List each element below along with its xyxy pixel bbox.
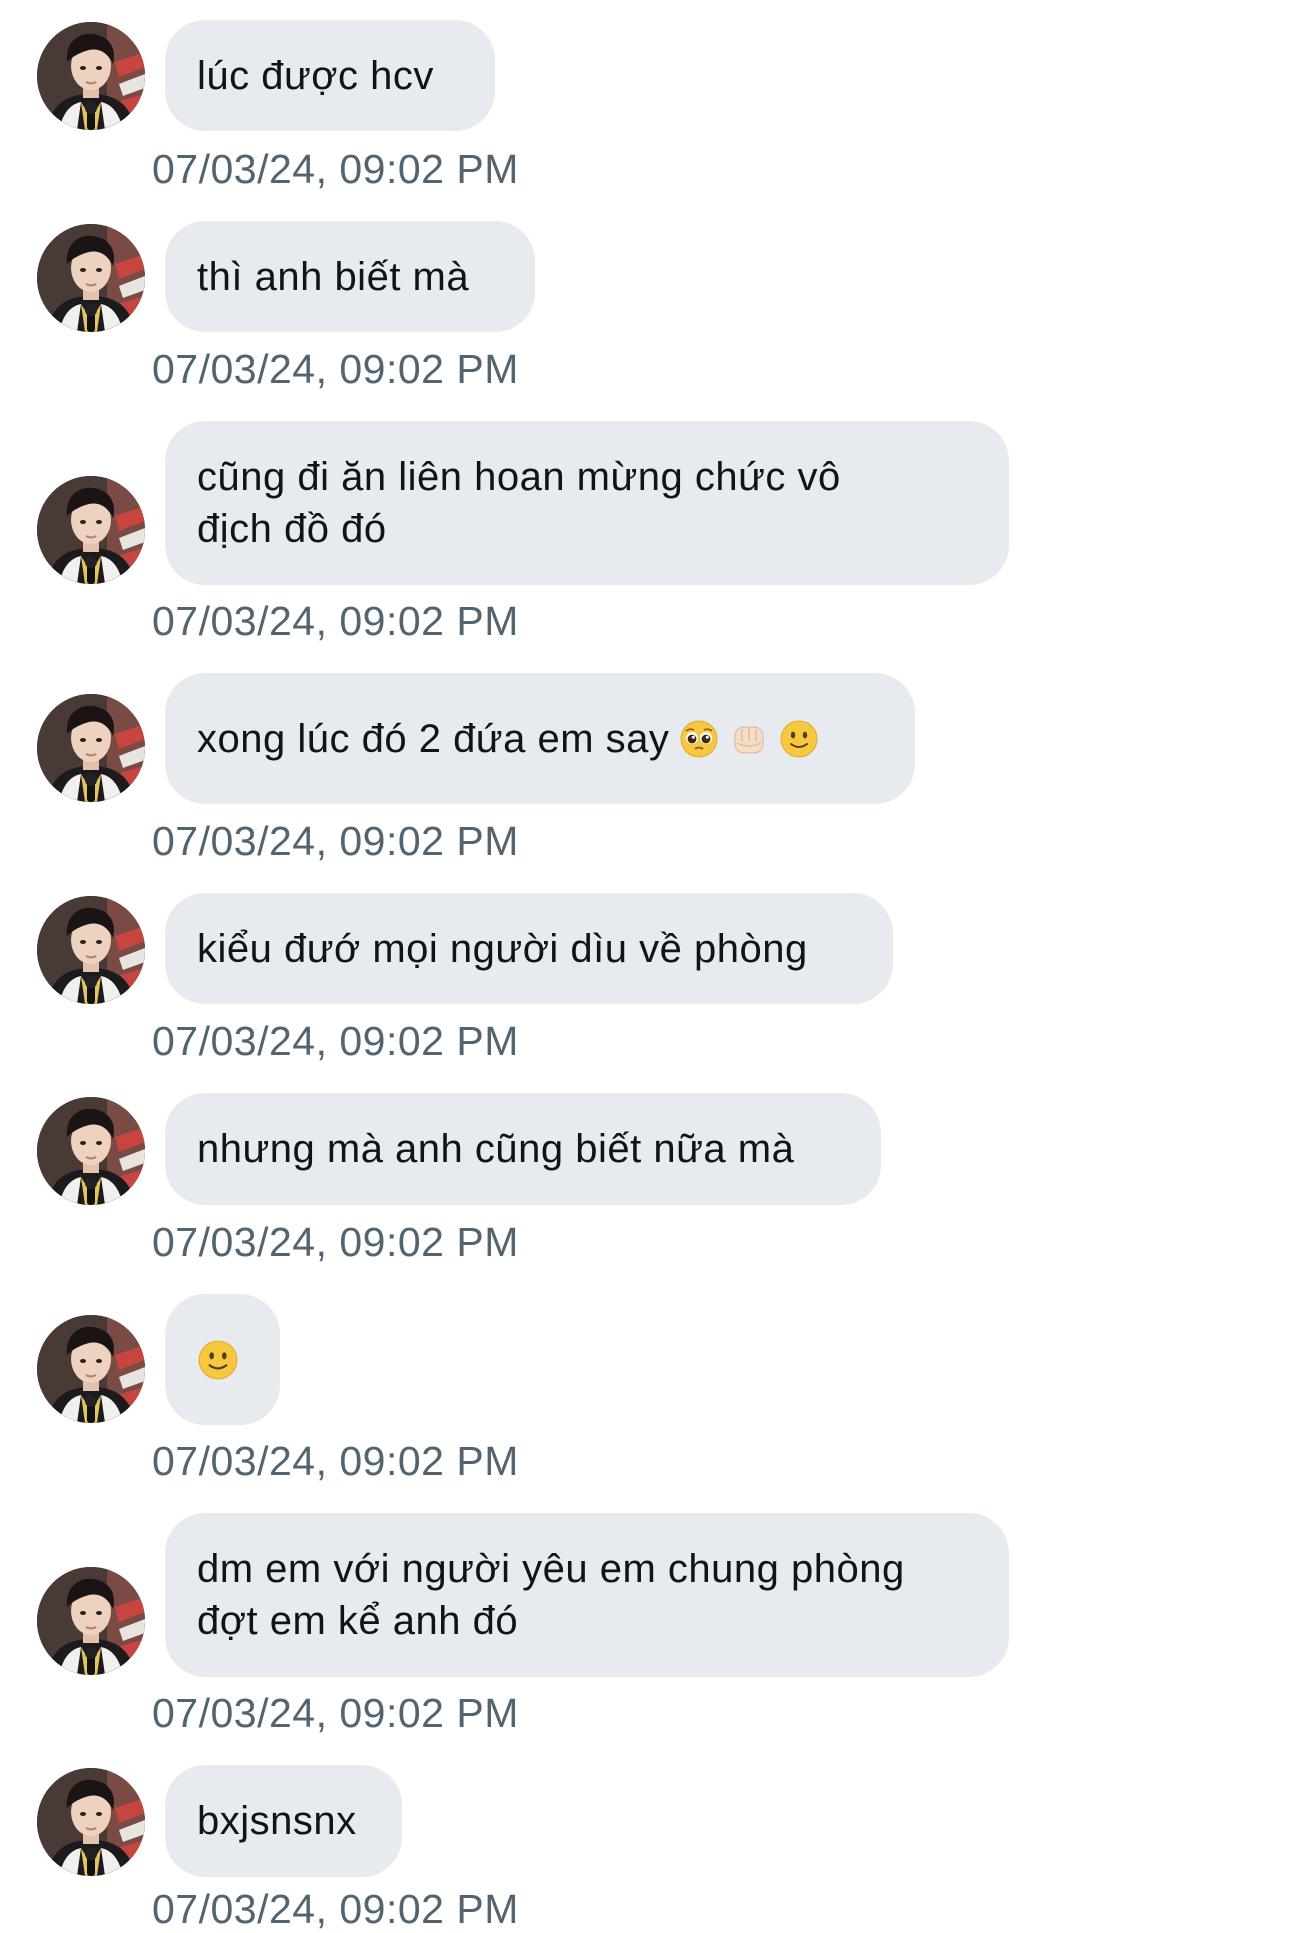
message-text: xong lúc đó 2 đứa em say [197,716,670,761]
pleading-face-icon [679,719,719,759]
fist-bump-icon [729,719,769,759]
message-bubble[interactable]: thì anh biết mà [165,221,535,332]
message-bubble[interactable]: bxjsnsnx [165,1765,402,1877]
message-bubble[interactable]: cũng đi ăn liên hoan mừng chức vô địch đ… [165,421,1009,585]
avatar[interactable] [37,1768,145,1876]
message-text: cũng đi ăn liên hoan mừng chức vô địch đ… [197,455,841,551]
message-timestamp: 07/03/24, 09:02 PM [152,1438,519,1484]
avatar[interactable] [37,22,145,130]
message-thread: lúc được hcv 07/03/24, 09:02 PM thì anh … [0,0,1290,1932]
message-bubble[interactable]: xong lúc đó 2 đứa em say [165,673,915,804]
message-bubble[interactable]: kiểu đướ mọi người dìu về phòng [165,893,893,1004]
message-text: bxjsnsnx [197,1799,357,1843]
avatar[interactable] [37,896,145,1004]
message-bubble[interactable] [165,1294,280,1425]
message-timestamp: 07/03/24, 09:02 PM [152,146,519,192]
message-timestamp: 07/03/24, 09:02 PM [152,818,519,864]
message-timestamp: 07/03/24, 09:02 PM [152,1690,519,1736]
message-timestamp: 07/03/24, 09:02 PM [152,1219,519,1265]
message-text: dm em với người yêu em chung phòng đợt e… [197,1547,905,1643]
slightly-smiling-face-icon [779,719,819,759]
avatar[interactable] [37,1567,145,1675]
avatar[interactable] [37,1315,145,1423]
message-bubble[interactable]: dm em với người yêu em chung phòng đợt e… [165,1513,1009,1677]
slightly-smiling-face-icon [197,1339,239,1381]
avatar[interactable] [37,694,145,802]
message-text: nhưng mà anh cũng biết nữa mà [197,1127,795,1171]
message-text: kiểu đướ mọi người dìu về phòng [197,926,808,971]
avatar[interactable] [37,224,145,332]
avatar[interactable] [37,1097,145,1205]
message-bubble[interactable]: nhưng mà anh cũng biết nữa mà [165,1093,881,1205]
message-timestamp: 07/03/24, 09:02 PM [152,346,519,392]
message-timestamp: 07/03/24, 09:02 PM [152,1886,519,1932]
message-text: lúc được hcv [197,53,434,98]
avatar[interactable] [37,476,145,584]
message-timestamp: 07/03/24, 09:02 PM [152,1018,519,1064]
message-text: thì anh biết mà [197,254,470,299]
message-bubble[interactable]: lúc được hcv [165,20,495,131]
message-timestamp: 07/03/24, 09:02 PM [152,598,519,644]
